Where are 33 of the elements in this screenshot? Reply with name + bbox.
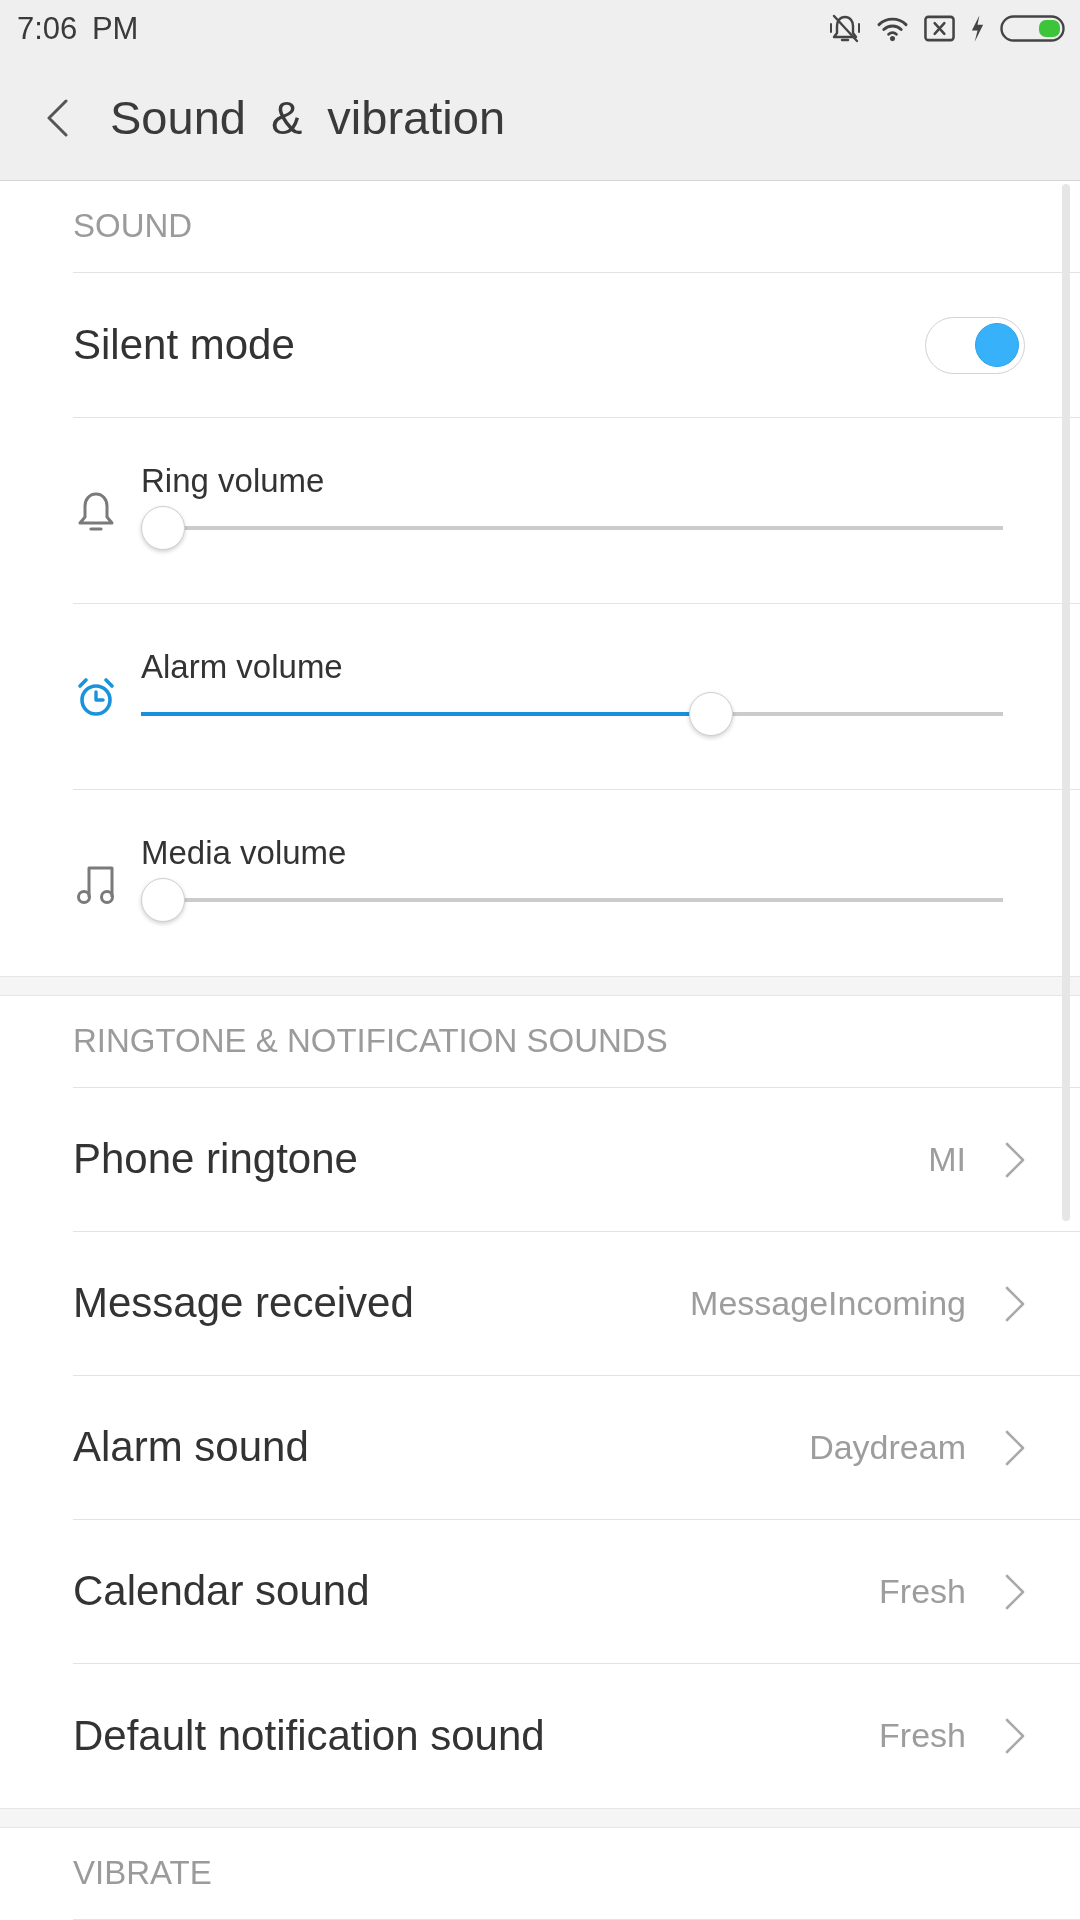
setting-value: MI xyxy=(928,1139,966,1180)
slider-label: Media volume xyxy=(141,833,348,873)
section-header: RINGTONE & NOTIFICATION SOUNDS xyxy=(73,1023,668,1060)
toggle-switch[interactable] xyxy=(925,316,1025,374)
chevron-right-icon xyxy=(1005,1573,1025,1610)
setting-label[interactable]: Phone ringtone xyxy=(73,1135,929,1184)
setting-value: Fresh xyxy=(879,1716,966,1756)
chevron-right-icon xyxy=(1005,1429,1025,1466)
slider-thumb[interactable] xyxy=(141,506,185,550)
slider-thumb[interactable] xyxy=(689,692,734,736)
slider-label: Alarm volume xyxy=(141,647,344,687)
bell-off-icon xyxy=(829,12,861,44)
setting-label[interactable]: Alarm sound xyxy=(73,1423,810,1472)
section-header: SOUND xyxy=(73,208,193,245)
chevron-right-icon xyxy=(1005,1285,1025,1322)
slider-label: Ring volume xyxy=(141,461,326,501)
page-title: Sound & vibration xyxy=(110,92,506,144)
alarm-clock-icon xyxy=(76,676,116,717)
chevron-right-icon xyxy=(1005,1718,1025,1754)
section-header: VIBRATE xyxy=(73,1855,212,1892)
slider-thumb[interactable] xyxy=(141,878,185,922)
sim-card-x-icon xyxy=(924,14,955,42)
setting-value: Fresh xyxy=(879,1571,966,1612)
back-icon[interactable] xyxy=(46,99,68,137)
setting-label[interactable]: Message received xyxy=(73,1279,691,1328)
setting-value: MessageIncoming xyxy=(690,1283,966,1324)
setting-value: Daydream xyxy=(809,1427,966,1468)
chevron-right-icon xyxy=(1005,1141,1025,1178)
setting-label: Silent mode xyxy=(73,320,295,370)
status-time: 7:06 PM xyxy=(17,12,139,44)
battery-icon xyxy=(1000,14,1065,42)
setting-label[interactable]: Calendar sound xyxy=(73,1567,880,1616)
setting-label[interactable]: Default notification sound xyxy=(73,1711,880,1761)
